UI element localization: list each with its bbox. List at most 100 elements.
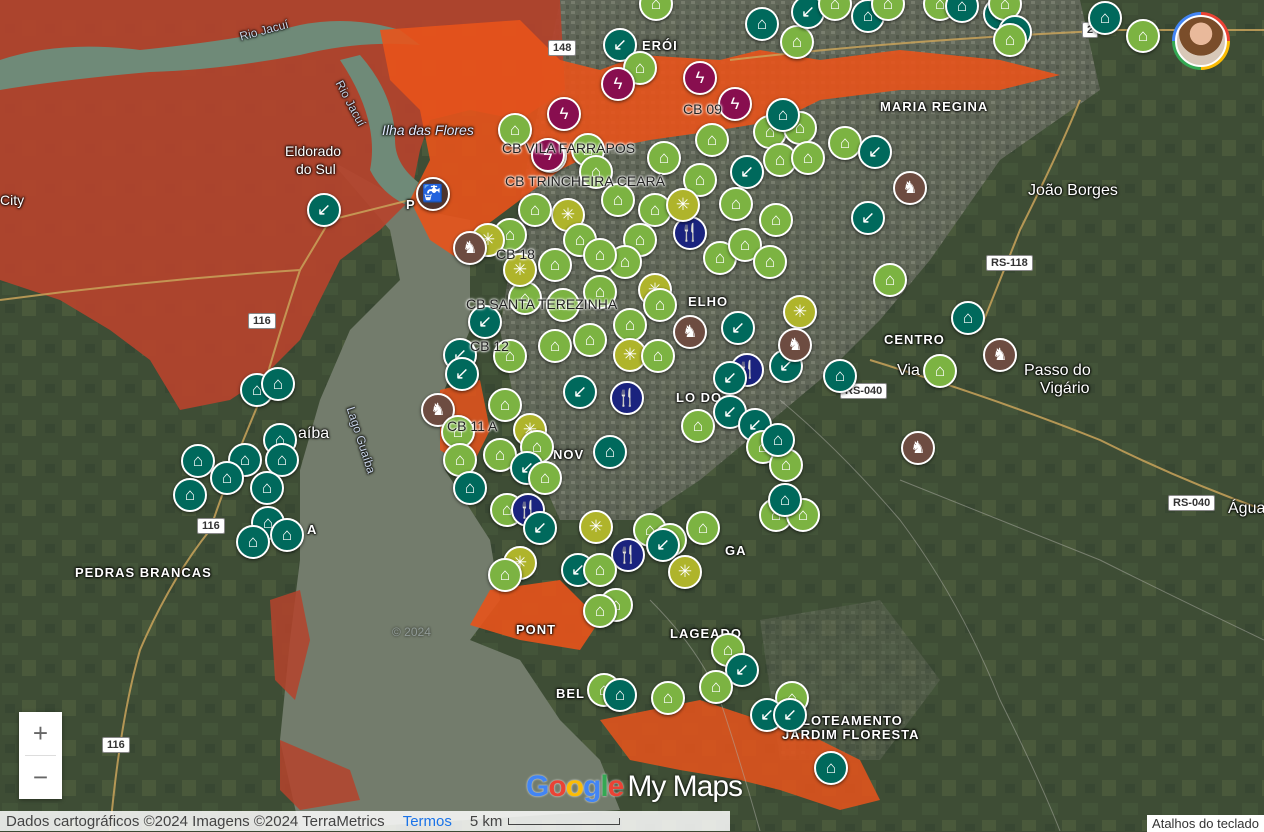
- map-marker-house[interactable]: ⌂: [593, 435, 627, 469]
- road-shield: RS-040: [1168, 495, 1216, 511]
- map-marker-house[interactable]: ⌂: [453, 471, 487, 505]
- map-marker-shelter[interactable]: ⌂: [613, 308, 647, 342]
- map-marker-shelter[interactable]: ⌂: [538, 248, 572, 282]
- map-marker-house[interactable]: ⌂: [603, 678, 637, 712]
- map-marker-arrow-down-left[interactable]: ↙: [851, 201, 885, 235]
- map-marker-lightning[interactable]: ϟ: [718, 87, 752, 121]
- map-marker-house[interactable]: ⌂: [261, 367, 295, 401]
- map-marker-shelter[interactable]: ⌂: [583, 553, 617, 587]
- map-marker-collapse[interactable]: ✳: [666, 188, 700, 222]
- map-marker-shelter[interactable]: ⌂: [488, 388, 522, 422]
- road-shield: 116: [248, 313, 276, 329]
- map-marker-horse[interactable]: ♞: [673, 315, 707, 349]
- house-icon: ⌂: [184, 485, 196, 504]
- map-marker-shelter[interactable]: ⌂: [641, 339, 675, 373]
- terms-link[interactable]: Termos: [403, 813, 452, 830]
- house-icon: ⌂: [276, 450, 288, 469]
- map-marker-shelter[interactable]: ⌂: [583, 238, 617, 272]
- map-marker-horse[interactable]: ♞: [983, 338, 1017, 372]
- map-marker-shelter[interactable]: ⌂: [528, 461, 562, 495]
- map-marker-house[interactable]: ⌂: [236, 525, 270, 559]
- map-marker-shelter[interactable]: ⌂: [873, 263, 907, 297]
- map-marker-collapse[interactable]: ✳: [783, 295, 817, 329]
- map-marker-house[interactable]: ⌂: [768, 483, 802, 517]
- keyboard-shortcuts-button[interactable]: Atalhos do teclado: [1147, 815, 1264, 832]
- map-marker-house[interactable]: ⌂: [173, 478, 207, 512]
- place-label: MARIA REGINA: [880, 99, 989, 114]
- map-marker-shelter[interactable]: ⌂: [1126, 19, 1160, 53]
- map-marker-house[interactable]: ⌂: [823, 359, 857, 393]
- map-marker-shelter[interactable]: ⌂: [923, 354, 957, 388]
- map-marker-shelter[interactable]: ⌂: [993, 23, 1027, 57]
- map-marker-horse[interactable]: ♞: [453, 231, 487, 265]
- shelter-icon: ⌂: [999, 0, 1011, 13]
- map-marker-collapse[interactable]: ✳: [668, 555, 702, 589]
- map-marker-lightning[interactable]: ϟ: [601, 67, 635, 101]
- map-marker-house[interactable]: ⌂: [250, 471, 284, 505]
- map-marker-arrow-down-left[interactable]: ↙: [445, 357, 479, 391]
- house-icon: ⌂: [221, 468, 233, 487]
- map-marker-shelter[interactable]: ⌂: [573, 323, 607, 357]
- map-marker-house[interactable]: ⌂: [814, 751, 848, 785]
- map-marker-house[interactable]: ⌂: [761, 423, 795, 457]
- map-marker-shelter[interactable]: ⌂: [759, 203, 793, 237]
- map-marker-arrow-down-left[interactable]: ↙: [523, 511, 557, 545]
- map-marker-arrow-down-left[interactable]: ↙: [858, 135, 892, 169]
- map-marker-shelter[interactable]: ⌂: [643, 288, 677, 322]
- shelter-icon: ⌂: [934, 0, 946, 13]
- map-marker-arrow-down-left[interactable]: ↙: [773, 698, 807, 732]
- map-marker-arrow-down-left[interactable]: ↙: [563, 375, 597, 409]
- map-marker-collapse[interactable]: ✳: [579, 510, 613, 544]
- map-marker-shelter[interactable]: ⌂: [538, 329, 572, 363]
- map-marker-shelter[interactable]: ⌂: [699, 670, 733, 704]
- map-marker-horse[interactable]: ♞: [893, 171, 927, 205]
- map-marker-arrow-down-left[interactable]: ↙: [307, 193, 341, 227]
- shelter-icon: ⌂: [730, 194, 742, 213]
- map-marker-arrow-down-left[interactable]: ↙: [713, 361, 747, 395]
- map-marker-house[interactable]: ⌂: [951, 301, 985, 335]
- shelter-icon: ⌂: [454, 450, 466, 469]
- map-marker-shelter[interactable]: ⌂: [780, 25, 814, 59]
- zoom-in-button[interactable]: +: [19, 712, 62, 755]
- map-marker-arrow-down-left[interactable]: ↙: [730, 155, 764, 189]
- collapse-icon: ✳: [792, 302, 808, 321]
- scale-bar: [508, 818, 621, 826]
- map-marker-house[interactable]: ⌂: [766, 98, 800, 132]
- shelter-icon: ⌂: [884, 270, 896, 289]
- map-marker-shelter[interactable]: ⌂: [791, 141, 825, 175]
- map-marker-arrow-down-left[interactable]: ↙: [721, 311, 755, 345]
- lightning-icon: ϟ: [559, 104, 569, 123]
- map-marker-shelter[interactable]: ⌂: [488, 558, 522, 592]
- shelter-icon: ⌂: [839, 133, 851, 152]
- map-marker-house[interactable]: ⌂: [1088, 1, 1122, 35]
- map-marker-shelter[interactable]: ⌂: [686, 511, 720, 545]
- map-marker-water-tap[interactable]: 🚰: [416, 177, 450, 211]
- scale-indicator[interactable]: 5 km: [470, 813, 621, 830]
- zoom-out-button[interactable]: −: [19, 756, 62, 799]
- map-marker-lightning[interactable]: ϟ: [683, 61, 717, 95]
- map-marker-shelter[interactable]: ⌂: [681, 409, 715, 443]
- map-marker-house[interactable]: ⌂: [210, 461, 244, 495]
- map-marker-horse[interactable]: ♞: [778, 328, 812, 362]
- shelter-icon: ⌂: [654, 295, 666, 314]
- user-avatar[interactable]: [1172, 12, 1230, 70]
- map-marker-lightning[interactable]: ϟ: [547, 97, 581, 131]
- map-marker-shelter[interactable]: ⌂: [651, 681, 685, 715]
- shelter-icon: ⌂: [692, 416, 704, 435]
- map-marker-shelter[interactable]: ⌂: [828, 126, 862, 160]
- map-marker-house[interactable]: ⌂: [745, 7, 779, 41]
- arrow-down-left-icon: ↙: [316, 200, 332, 219]
- map-marker-shelter[interactable]: ⌂: [753, 245, 787, 279]
- map-marker-horse[interactable]: ♞: [901, 431, 935, 465]
- map-marker-shelter[interactable]: ⌂: [518, 193, 552, 227]
- map-marker-shelter[interactable]: ⌂: [719, 187, 753, 221]
- map-marker-house[interactable]: ⌂: [270, 518, 304, 552]
- house-icon: ⌂: [281, 525, 293, 544]
- house-icon: ⌂: [464, 478, 476, 497]
- map-marker-shelter[interactable]: ⌂: [583, 594, 617, 628]
- arrow-down-left-icon: ↙: [612, 35, 628, 54]
- map-marker-shelter[interactable]: ⌂: [695, 123, 729, 157]
- map-marker-shelter[interactable]: ⌂: [647, 141, 681, 175]
- arrow-down-left-icon: ↙: [867, 142, 883, 161]
- map-marker-restaurant[interactable]: 🍴: [610, 381, 644, 415]
